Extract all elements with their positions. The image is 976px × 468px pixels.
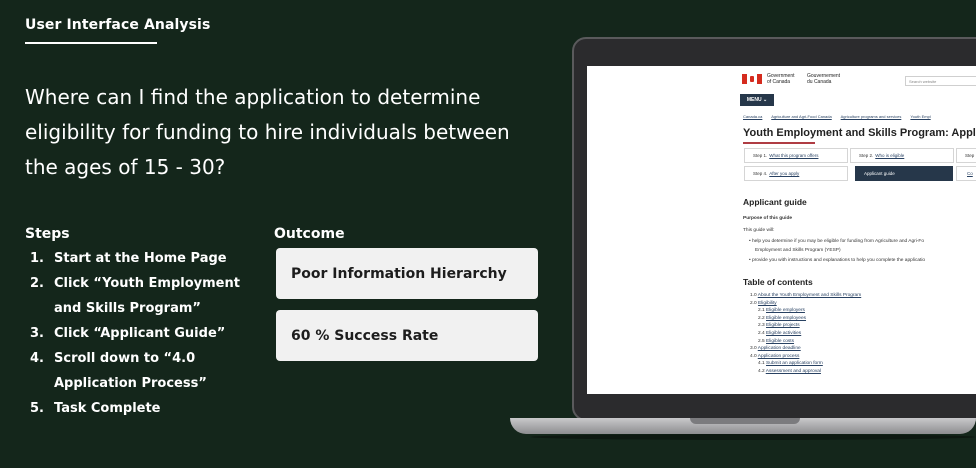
bullet-text: provide you with instructions and explan… — [752, 258, 926, 263]
bullet-item: • provide you with instructions and expl… — [749, 258, 926, 263]
step-tab-link[interactable]: Who is eligible — [875, 153, 904, 158]
step-number: 3. — [30, 326, 44, 341]
step-tab-1[interactable]: Step 1. What this program offers — [744, 148, 848, 163]
step-tab-prefix: Applicant guide — [864, 171, 895, 176]
breadcrumb-link[interactable]: Canada.ca — [743, 114, 762, 119]
gov-en-line2: of Canada — [767, 79, 791, 85]
toc-heading: Table of contents — [743, 277, 813, 287]
outcome-card-success-rate: 60 % Success Rate — [276, 310, 538, 361]
step-item: 4. Scroll down to “4.0 Application Proces… — [30, 346, 260, 396]
breadcrumb: Canada.ca Agriculture and Agri-Food Cana… — [743, 114, 939, 119]
bullet-item-cont: Employment and Skills Program (YESP) — [755, 248, 841, 253]
toc-item[interactable]: 2.1 Eligible employers — [750, 307, 861, 315]
step-item: 3. Click “Applicant Guide” — [30, 321, 260, 346]
search-input[interactable]: Search website — [905, 76, 976, 86]
title-underline — [25, 42, 157, 44]
toc-link[interactable]: Application deadline — [758, 346, 801, 351]
step-tab-2[interactable]: Step 2. Who is eligible — [850, 148, 954, 163]
step-number: 5. — [30, 401, 44, 416]
toc-item[interactable]: 2.3 Eligible projects — [750, 322, 861, 330]
step-text: Click “Youth Employment and Skills Progr… — [54, 276, 240, 316]
steps-list: 1. Start at the Home Page 2. Click “Youth … — [30, 246, 260, 421]
step-tab-link[interactable]: Co — [967, 171, 973, 176]
toc-item[interactable]: 4.0 Application process — [750, 353, 861, 361]
gov-wordmark-en[interactable]: Government of Canada — [767, 73, 795, 85]
table-of-contents: 1.0 About the Youth Employment and Skill… — [750, 292, 861, 376]
section-title: User Interface Analysis — [25, 17, 211, 33]
toc-link[interactable]: Application process — [758, 354, 800, 359]
toc-link[interactable]: Submit an application form — [766, 361, 823, 366]
toc-number: 2.5 — [758, 338, 765, 344]
toc-item[interactable]: 4.2 Assessment and approval — [750, 368, 861, 376]
section-heading: Applicant guide — [743, 197, 807, 207]
step-item: 2. Click “Youth Employment and Skills Pro… — [30, 271, 260, 321]
laptop-shadow — [530, 434, 976, 440]
step-tab-3[interactable]: Step — [956, 148, 976, 163]
laptop-screen: Government of Canada Gouvernement du Can… — [587, 66, 976, 394]
step-tab-link[interactable]: What this program offers — [769, 153, 818, 158]
breadcrumb-link[interactable]: Youth Empl — [910, 114, 930, 119]
toc-link[interactable]: Assessment and approval — [766, 369, 821, 374]
step-tab-6[interactable]: Co — [956, 166, 976, 181]
step-text: Start at the Home Page — [54, 251, 227, 266]
step-text: Scroll down to “4.0 Application Process” — [54, 351, 207, 391]
title-accent-rule — [743, 142, 815, 144]
step-tab-prefix: Step — [965, 153, 975, 158]
purpose-heading: Purpose of this guide — [743, 216, 793, 221]
outcome-card-hierarchy: Poor Information Hierarchy — [276, 248, 538, 299]
toc-link[interactable]: Eligible costs — [766, 339, 794, 344]
toc-item[interactable]: 2.0 Eligibility — [750, 300, 861, 308]
toc-link[interactable]: Eligibility — [758, 301, 777, 306]
toc-item[interactable]: 2.5 Eligible costs — [750, 338, 861, 346]
page-title: Youth Employment and Skills Program: App… — [743, 127, 976, 139]
toc-link[interactable]: Eligible projects — [766, 323, 800, 328]
step-tab-link[interactable]: After you apply — [769, 171, 799, 176]
toc-item[interactable]: 2.2 Eligible employees — [750, 315, 861, 323]
step-number: 1. — [30, 251, 44, 266]
purpose-intro: This guide will: — [743, 228, 775, 233]
toc-number: 4.0 — [750, 353, 757, 359]
toc-number: 1.0 — [750, 293, 757, 298]
toc-item[interactable]: 1.0 About the Youth Employment and Skill… — [750, 292, 861, 300]
toc-item[interactable]: 2.4 Eligible activities — [750, 330, 861, 338]
toc-number: 2.2 — [758, 315, 765, 321]
outcome-heading: Outcome — [274, 226, 345, 242]
step-item: 5. Task Complete — [30, 396, 260, 421]
menu-button[interactable]: MENU ⌄ — [740, 94, 774, 106]
laptop-notch — [690, 418, 800, 424]
canada-flag-icon — [742, 74, 762, 84]
research-question: Where can I find the application to dete… — [25, 85, 510, 179]
toc-item[interactable]: 3.0 Application deadline — [750, 345, 861, 353]
toc-link[interactable]: Eligible employees — [766, 316, 806, 321]
step-text: Task Complete — [54, 401, 161, 416]
step-item: 1. Start at the Home Page — [30, 246, 260, 271]
step-text: Click “Applicant Guide” — [54, 326, 226, 341]
breadcrumb-link[interactable]: Agriculture programs and services — [841, 114, 902, 119]
breadcrumb-link[interactable]: Agriculture and Agri-Food Canada — [771, 114, 831, 119]
step-number: 4. — [30, 351, 44, 366]
toc-number: 2.4 — [758, 330, 765, 336]
gov-wordmark-fr[interactable]: Gouvernement du Canada — [807, 73, 840, 85]
step-tab-prefix: Step 2. — [859, 153, 874, 158]
step-tab-4[interactable]: Step 4. After you apply — [744, 166, 848, 181]
toc-link[interactable]: About the Youth Employment and Skills Pr… — [758, 293, 861, 298]
steps-heading: Steps — [25, 226, 70, 242]
toc-item[interactable]: 4.1 Submit an application form — [750, 360, 861, 368]
gov-fr-line2: du Canada — [807, 79, 832, 85]
step-tab-prefix: Step 4. — [753, 171, 768, 176]
bullet-item: • help you determine if you may be eligi… — [749, 239, 924, 244]
toc-number: 4.1 — [758, 361, 765, 367]
toc-number: 2.3 — [758, 323, 765, 329]
toc-link[interactable]: Eligible employers — [766, 308, 805, 313]
step-tab-prefix: Step 1. — [753, 153, 768, 158]
toc-number: 3.0 — [750, 346, 757, 352]
bullet-text: help you determine if you may be eligibl… — [752, 239, 924, 244]
toc-link[interactable]: Eligible activities — [766, 331, 801, 336]
toc-number: 4.2 — [758, 368, 765, 374]
step-tab-applicant-guide[interactable]: Applicant guide — [855, 166, 953, 181]
toc-number: 2.0 — [750, 300, 757, 306]
step-number: 2. — [30, 276, 44, 291]
toc-number: 2.1 — [758, 308, 765, 314]
